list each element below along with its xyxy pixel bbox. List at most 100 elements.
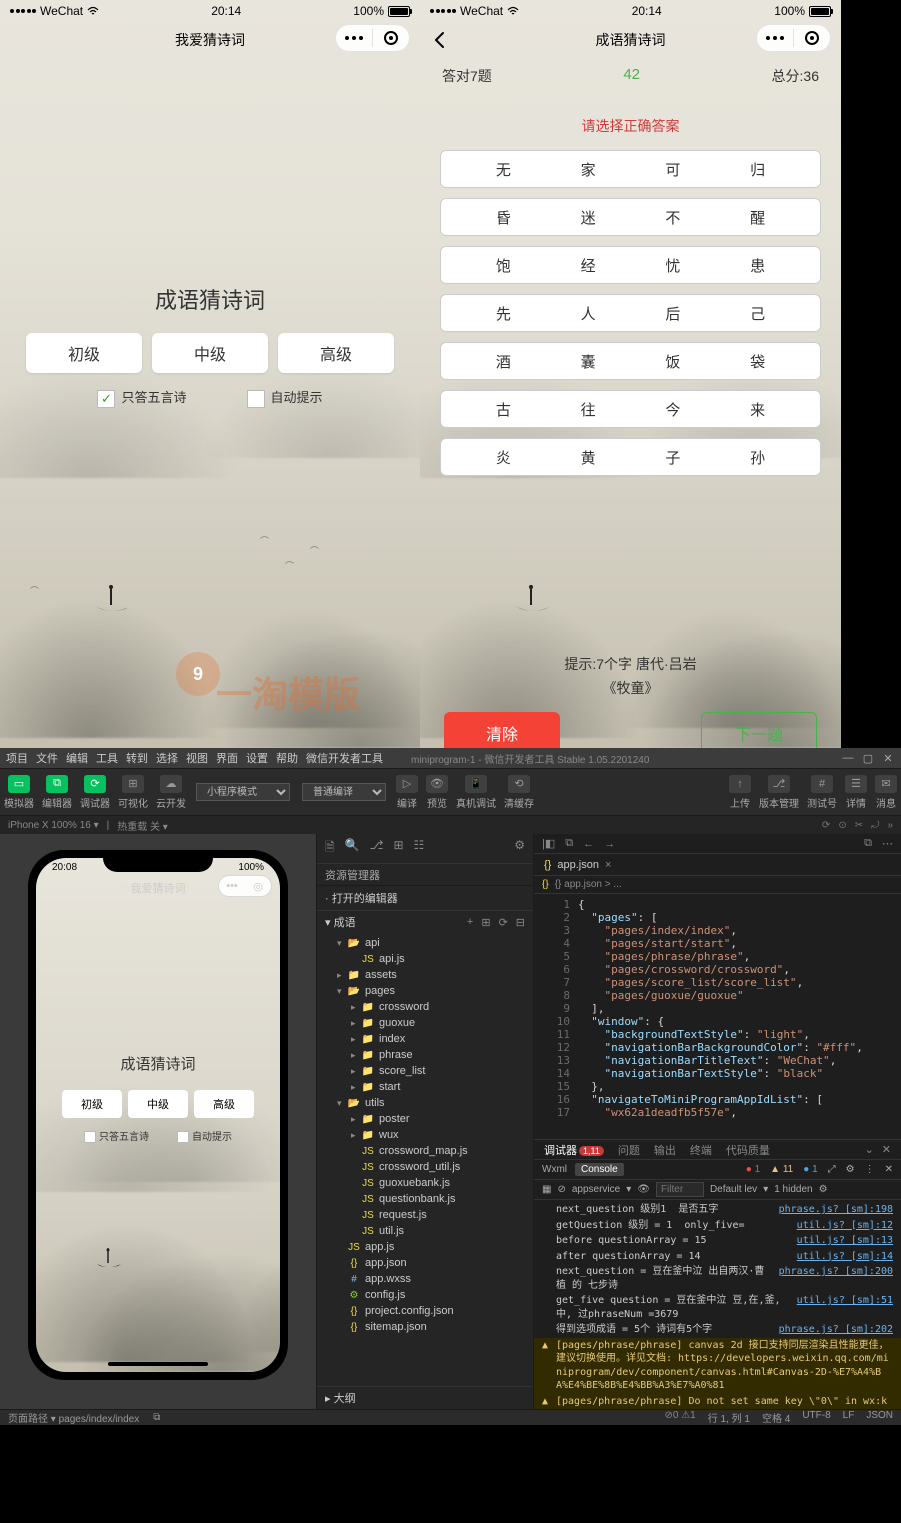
file-tree-item[interactable]: ▸📁score_list <box>317 1063 533 1079</box>
level-button-intermediate[interactable]: 中级 <box>152 333 268 373</box>
file-tree-item[interactable]: ▾📂pages <box>317 983 533 999</box>
menubar-item[interactable]: 帮助 <box>276 753 298 765</box>
toolbar-clear-cache-button[interactable]: ⟲清缓存 <box>500 769 538 815</box>
device-select[interactable]: iPhone X 100% 16 ▾ <box>8 820 99 831</box>
file-tree-item[interactable]: JSguoxuebank.js <box>317 1175 533 1191</box>
answer-option[interactable]: 古往今来 <box>440 390 821 428</box>
devicebar-rotate-icon[interactable]: ⤾ <box>871 820 879 831</box>
console-close2-icon[interactable]: ✕ <box>885 1164 893 1175</box>
editor-diff-icon[interactable]: ⧉ <box>864 837 872 850</box>
answer-option[interactable]: 炎黄子孙 <box>440 438 821 476</box>
explorer-settings-icon[interactable]: ⚙ <box>514 838 525 859</box>
devicebar-more-icon[interactable]: » <box>887 820 893 831</box>
editor-nav-fwd-icon[interactable]: → <box>604 838 615 850</box>
window-close-button[interactable]: ✕ <box>881 751 895 765</box>
open-editors-section[interactable]: · 打开的编辑器 <box>317 886 533 911</box>
window-maximize-button[interactable]: ▢ <box>861 751 875 765</box>
file-tree-item[interactable]: JSapi.js <box>317 951 533 967</box>
capsule-menu-button[interactable] <box>336 24 372 52</box>
file-tree-item[interactable]: ▸📁poster <box>317 1111 533 1127</box>
file-tree-item[interactable]: ▾📂utils <box>317 1095 533 1111</box>
console-collapse-icon[interactable]: ⌄ <box>865 1143 874 1156</box>
console-tab-problems[interactable]: 问题 <box>618 1142 640 1158</box>
sim-level-intermediate[interactable]: 中级 <box>128 1090 188 1118</box>
explorer-files-icon[interactable]: 🗎 <box>325 838 335 859</box>
capsule-menu-button[interactable] <box>757 24 793 52</box>
sim-only5-checkbox[interactable]: 只答五言诗 <box>84 1128 149 1143</box>
file-tree-item[interactable]: {}sitemap.json <box>317 1319 533 1335</box>
console-context-select[interactable]: appservice <box>572 1184 620 1195</box>
status-problem-counts[interactable]: ⊘0 ⚠1 <box>664 1410 695 1425</box>
close-tab-icon[interactable]: × <box>605 859 611 871</box>
console-filter-input[interactable] <box>656 1182 704 1197</box>
console-gear2-icon[interactable]: ⚙ <box>819 1184 828 1195</box>
explorer-tree-icon[interactable]: ☷ <box>414 838 425 859</box>
compile-select[interactable]: 普通编译 <box>302 783 386 801</box>
file-tree-item[interactable]: JScrossword_map.js <box>317 1143 533 1159</box>
console-eye-icon[interactable]: 👁 <box>637 1184 650 1195</box>
console-filter-icon[interactable]: ▦ <box>542 1184 551 1195</box>
file-tree-item[interactable]: ⚙config.js <box>317 1287 533 1303</box>
file-tree-item[interactable]: #app.wxss <box>317 1271 533 1287</box>
console-tab-debugger[interactable]: 调试器1,11 <box>544 1142 604 1158</box>
editor-more-icon[interactable]: ⋯ <box>882 837 893 850</box>
file-tree-item[interactable]: ▸📁phrase <box>317 1047 533 1063</box>
editor-sidebar-toggle-icon[interactable]: |◧ <box>542 837 555 850</box>
toolbar-version-button[interactable]: ⎇版本管理 <box>755 769 803 815</box>
only-five-checkbox[interactable]: ✓只答五言诗 <box>97 387 186 408</box>
window-minimize-button[interactable]: — <box>841 751 855 765</box>
outline-section[interactable]: ▸ 大纲 <box>317 1386 533 1409</box>
file-tree-item[interactable]: ▸📁guoxue <box>317 1015 533 1031</box>
console-more-icon[interactable]: ⋮ <box>865 1164 875 1175</box>
new-folder-icon[interactable]: ⊞ <box>481 916 490 929</box>
answer-option[interactable]: 先人后己 <box>440 294 821 332</box>
collapse-icon[interactable]: ⊟ <box>516 916 525 929</box>
capsule-close-button[interactable] <box>794 24 830 52</box>
sim-level-beginner[interactable]: 初级 <box>62 1090 122 1118</box>
hotreload-toggle[interactable]: 热重载 关 ▾ <box>117 818 168 833</box>
console-subtab-wxml[interactable]: Wxml <box>542 1164 567 1175</box>
toolbar-visual-toggle[interactable]: ⊞可视化 <box>114 769 152 815</box>
answer-option[interactable]: 酒囊饭袋 <box>440 342 821 380</box>
toolbar-details-button[interactable]: ☰详情 <box>841 769 871 815</box>
menubar-item[interactable]: 视图 <box>186 753 208 765</box>
editor-nav-back-icon[interactable]: ← <box>583 838 594 850</box>
toolbar-cloud-toggle[interactable]: ☁云开发 <box>152 769 190 815</box>
back-button[interactable] <box>428 28 452 52</box>
menubar-item[interactable]: 转到 <box>126 753 148 765</box>
console-level-select[interactable]: Default lev <box>710 1184 757 1195</box>
answer-option[interactable]: 昏迷不醒 <box>440 198 821 236</box>
explorer-ext-icon[interactable]: ⊞ <box>393 838 403 859</box>
console-tab-output[interactable]: 输出 <box>654 1142 676 1158</box>
devicebar-cut-icon[interactable]: ✂ <box>855 820 863 831</box>
console-tab-quality[interactable]: 代码质量 <box>726 1142 770 1158</box>
toolbar-simulator-toggle[interactable]: ▭模拟器 <box>0 769 38 815</box>
toolbar-upload-button[interactable]: ↑上传 <box>725 769 755 815</box>
devicebar-record-icon[interactable]: ⊙ <box>838 820 846 831</box>
explorer-search-icon[interactable]: 🔍 <box>345 838 360 859</box>
project-root-label[interactable]: ▾ 成语 <box>325 914 356 930</box>
toolbar-remote-debug-button[interactable]: 📱真机调试 <box>452 769 500 815</box>
file-tree-item[interactable]: ▸📁index <box>317 1031 533 1047</box>
console-expand-icon[interactable]: ⤢ <box>828 1164 836 1175</box>
menubar-item[interactable]: 界面 <box>216 753 238 765</box>
file-tree-item[interactable]: {}app.json <box>317 1255 533 1271</box>
file-tree-item[interactable]: JScrossword_util.js <box>317 1159 533 1175</box>
code-editor[interactable]: 1234567891011121314151617 { "pages": [ "… <box>534 894 901 1139</box>
auto-hint-checkbox[interactable]: 自动提示 <box>247 387 323 408</box>
editor-split-icon[interactable]: ⧉ <box>565 837 573 850</box>
file-tree-item[interactable]: JSutil.js <box>317 1223 533 1239</box>
sim-autohint-checkbox[interactable]: 自动提示 <box>177 1128 232 1143</box>
devicebar-reload-icon[interactable]: ⟳ <box>822 820 830 831</box>
console-tab-terminal[interactable]: 终端 <box>690 1142 712 1158</box>
explorer-git-icon[interactable]: ⎇ <box>370 838 384 859</box>
editor-tab-appjson[interactable]: {}app.json× <box>534 854 621 875</box>
file-tree-item[interactable]: JSrequest.js <box>317 1207 533 1223</box>
file-tree-item[interactable]: ▸📁crossword <box>317 999 533 1015</box>
new-file-icon[interactable]: + <box>467 916 473 929</box>
capsule-close-button[interactable] <box>373 24 409 52</box>
copy-path-icon[interactable]: ⧉ <box>153 1412 160 1423</box>
toolbar-editor-toggle[interactable]: ⧉编辑器 <box>38 769 76 815</box>
next-question-button[interactable]: 下一题 <box>701 712 817 748</box>
mode-select[interactable]: 小程序模式 <box>196 783 290 801</box>
